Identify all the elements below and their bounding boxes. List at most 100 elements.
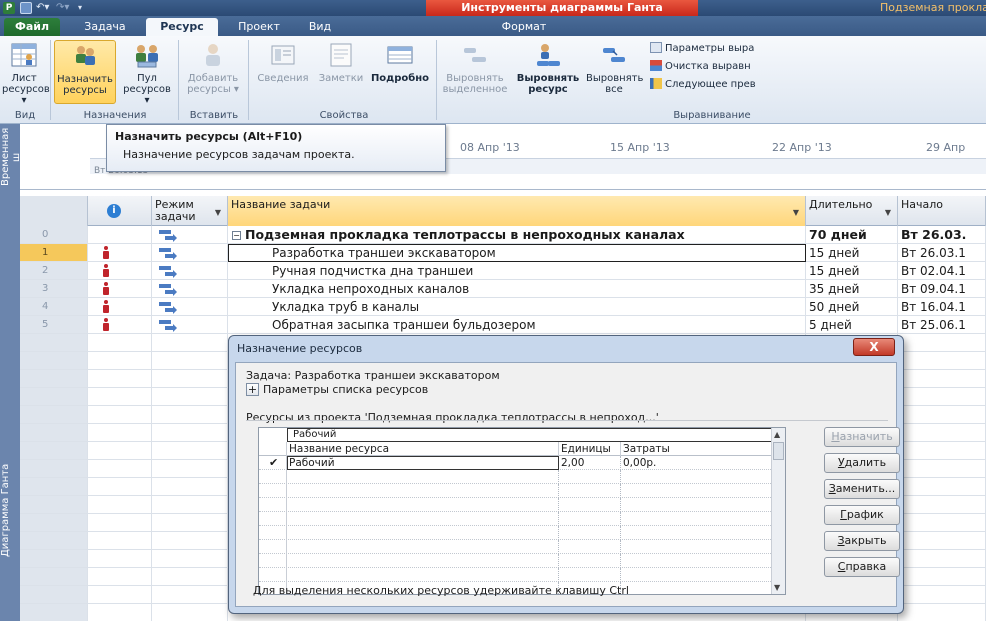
empty-cell[interactable] — [88, 604, 152, 621]
empty-cell[interactable] — [898, 496, 986, 514]
empty-cell[interactable] — [152, 478, 228, 496]
resource-empty-cell[interactable] — [621, 470, 773, 484]
empty-cell[interactable] — [88, 334, 152, 352]
resource-sheet-button[interactable]: Лист ресурсов ▾ — [2, 40, 50, 106]
collapse-icon[interactable]: − — [232, 231, 241, 240]
resource-empty-row[interactable] — [259, 554, 773, 568]
information-button[interactable]: Сведения — [252, 40, 314, 104]
empty-cell[interactable] — [152, 568, 228, 586]
empty-cell[interactable] — [88, 406, 152, 424]
row-duration[interactable]: 5 дней — [806, 316, 898, 334]
row-id[interactable]: 2 — [20, 262, 88, 280]
row-start[interactable]: Вт 26.03. — [898, 226, 986, 244]
resource-empty-cell[interactable] — [259, 484, 287, 498]
resource-empty-cell[interactable] — [287, 554, 559, 568]
empty-cell[interactable] — [88, 460, 152, 478]
empty-cell[interactable] — [152, 442, 228, 460]
assign-button[interactable]: Назначить — [824, 427, 900, 447]
row-mode[interactable] — [152, 316, 228, 334]
row-mode[interactable] — [152, 262, 228, 280]
empty-cell[interactable] — [88, 514, 152, 532]
tab-task[interactable]: Задача — [72, 18, 138, 36]
empty-cell[interactable] — [20, 406, 88, 424]
resource-empty-cell[interactable] — [559, 470, 621, 484]
row-id[interactable]: 1 — [20, 244, 88, 262]
empty-cell[interactable] — [20, 586, 88, 604]
empty-cell[interactable] — [88, 550, 152, 568]
empty-cell[interactable] — [20, 334, 88, 352]
header-indicators[interactable]: i — [88, 196, 152, 226]
empty-cell[interactable] — [152, 370, 228, 388]
resource-empty-cell[interactable] — [259, 498, 287, 512]
row-duration[interactable]: 15 дней — [806, 262, 898, 280]
resource-units-cell[interactable]: 2,00 — [559, 456, 621, 470]
table-row[interactable]: 1 Разработка траншеи экскаватором 15 дне… — [20, 244, 986, 262]
resource-empty-cell[interactable] — [259, 526, 287, 540]
clear-leveling-button[interactable]: Очистка выравн — [650, 60, 751, 74]
empty-cell[interactable] — [898, 568, 986, 586]
resource-empty-row[interactable] — [259, 498, 773, 512]
assign-resources-button[interactable]: Назначить ресурсы — [54, 40, 116, 104]
resource-empty-cell[interactable] — [287, 498, 559, 512]
header-cost[interactable]: Затраты — [621, 442, 773, 456]
empty-cell[interactable] — [152, 352, 228, 370]
resource-empty-cell[interactable] — [259, 470, 287, 484]
empty-cell[interactable] — [898, 442, 986, 460]
row-start[interactable]: Вт 02.04.1 — [898, 262, 986, 280]
header-units[interactable]: Единицы — [559, 442, 621, 456]
row-mode[interactable] — [152, 280, 228, 298]
empty-cell[interactable] — [898, 406, 986, 424]
resource-empty-cell[interactable] — [621, 582, 773, 594]
empty-cell[interactable] — [898, 370, 986, 388]
empty-cell[interactable] — [88, 352, 152, 370]
row-mode[interactable] — [152, 298, 228, 316]
empty-cell[interactable] — [88, 586, 152, 604]
empty-cell[interactable] — [20, 532, 88, 550]
empty-cell[interactable] — [152, 604, 228, 621]
row-task-name[interactable]: Обратная засыпка траншеи бульдозером — [228, 316, 806, 334]
add-resources-button[interactable]: Добавить ресурсы ▾ — [182, 40, 244, 104]
empty-cell[interactable] — [152, 334, 228, 352]
table-row[interactable]: 5 Обратная засыпка траншеи бульдозером 5… — [20, 316, 986, 334]
row-task-name[interactable]: Укладка непроходных каналов — [228, 280, 806, 298]
resource-empty-cell[interactable] — [259, 554, 287, 568]
row-mode[interactable] — [152, 244, 228, 262]
close-button[interactable]: Закрыть — [824, 531, 900, 551]
resource-empty-cell[interactable] — [259, 540, 287, 554]
resource-empty-cell[interactable] — [559, 484, 621, 498]
tab-file[interactable]: Файл — [4, 18, 60, 36]
empty-cell[interactable] — [88, 424, 152, 442]
header-select-all[interactable] — [20, 196, 88, 226]
empty-cell[interactable] — [898, 460, 986, 478]
row-duration[interactable]: 50 дней — [806, 298, 898, 316]
table-row[interactable]: 0 − Подземная прокладка теплотрассы в неп… — [20, 226, 986, 244]
header-task-name[interactable]: Название задачи ▼ — [228, 196, 806, 226]
empty-cell[interactable] — [898, 388, 986, 406]
empty-cell[interactable] — [20, 424, 88, 442]
header-duration[interactable]: Длительно ▼ — [806, 196, 898, 226]
table-row[interactable]: 3 Укладка непроходных каналов 35 дней Вт… — [20, 280, 986, 298]
table-row[interactable]: 4 Укладка труб в каналы 50 дней Вт 16.04… — [20, 298, 986, 316]
next-overallocation-button[interactable]: Следующее прев — [650, 78, 756, 92]
tab-project[interactable]: Проект — [224, 18, 294, 36]
empty-cell[interactable] — [898, 424, 986, 442]
empty-cell[interactable] — [152, 424, 228, 442]
details-button[interactable]: Подробно — [368, 40, 432, 104]
table-row[interactable]: 2 Ручная подчистка дна траншеи 15 дней В… — [20, 262, 986, 280]
resource-empty-cell[interactable] — [559, 512, 621, 526]
resource-empty-cell[interactable] — [621, 484, 773, 498]
row-start[interactable]: Вт 25.06.1 — [898, 316, 986, 334]
empty-cell[interactable] — [20, 496, 88, 514]
row-id[interactable]: 0 — [20, 226, 88, 244]
resource-edit-field[interactable]: Рабочий — [287, 428, 785, 442]
resource-empty-cell[interactable] — [621, 512, 773, 526]
empty-cell[interactable] — [898, 586, 986, 604]
row-id[interactable]: 3 — [20, 280, 88, 298]
undo-icon[interactable]: ↶▾ — [36, 2, 56, 14]
resource-empty-cell[interactable] — [621, 498, 773, 512]
resource-list-options-toggle[interactable]: + Параметры списка ресурсов — [246, 383, 428, 396]
empty-cell[interactable] — [152, 550, 228, 568]
tab-format[interactable]: Формат — [484, 18, 564, 36]
empty-cell[interactable] — [20, 352, 88, 370]
resource-pool-button[interactable]: Пул ресурсов ▾ — [120, 40, 174, 106]
